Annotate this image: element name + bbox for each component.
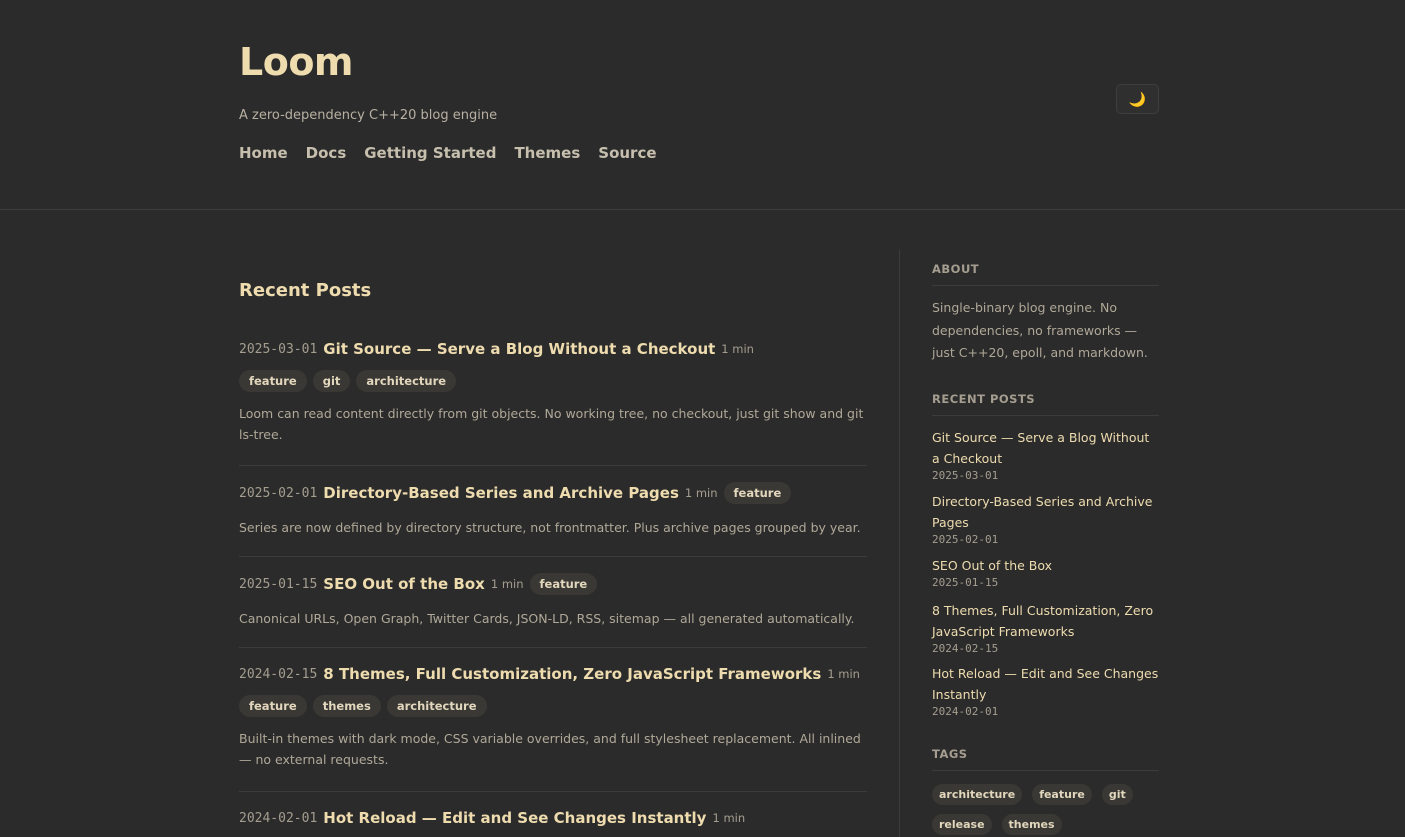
sidebar-post-link[interactable]: Hot Reload — Edit and See Changes Instan…	[932, 666, 1158, 702]
tag-architecture[interactable]: architecture	[932, 784, 1023, 805]
nav-item-themes[interactable]: Themes	[514, 144, 580, 162]
tag-architecture[interactable]: architecture	[386, 695, 487, 717]
post-excerpt: Built-in themes with dark mode, CSS vari…	[239, 731, 861, 767]
sidebar-post-date: 2024-02-15	[932, 642, 999, 655]
post-title-link[interactable]: SEO Out of the Box	[323, 575, 485, 593]
post-title-link[interactable]: 8 Themes, Full Customization, Zero JavaS…	[323, 665, 821, 683]
nav-item-home[interactable]: Home	[239, 144, 288, 162]
post-item: 2024-02-15 8 Themes, Full Customization,…	[239, 665, 867, 770]
section-title: Recent Posts	[239, 280, 372, 301]
post-divider	[239, 791, 867, 792]
sidebar-post-link[interactable]: SEO Out of the Box	[932, 558, 1052, 573]
sidebar-recent-post: Hot Reload — Edit and See Changes Instan…	[932, 663, 1159, 718]
nav-item-getting-started[interactable]: Getting Started	[364, 144, 496, 162]
sidebar-recent-post: Directory-Based Series and Archive Pages…	[932, 491, 1159, 546]
tag-git[interactable]: git	[1101, 784, 1133, 805]
tags-heading: TAGS	[932, 747, 1159, 771]
tag-feature[interactable]: feature	[239, 370, 307, 392]
tag-cloud: architecture feature git release themes	[932, 784, 1159, 835]
sidebar-post-date: 2025-01-15	[932, 576, 999, 589]
site-tagline: A zero-dependency C++20 blog engine	[239, 108, 498, 123]
tag-release[interactable]: release	[932, 814, 992, 835]
post-date: 2025-03-01	[239, 341, 318, 357]
read-time: 1 min	[684, 486, 718, 500]
tag-themes[interactable]: themes	[312, 695, 381, 717]
post-item: 2025-03-01 Git Source — Serve a Blog Wit…	[239, 340, 867, 445]
site-header: Loom A zero-dependency C++20 blog engine…	[0, 0, 1405, 210]
post-excerpt: Loom can read content directly from git …	[239, 406, 864, 442]
sidebar-recent-post: SEO Out of the Box 2025-01-15	[932, 555, 1159, 589]
post-date: 2024-02-01	[239, 810, 318, 826]
sidebar-post-link[interactable]: Directory-Based Series and Archive Pages	[932, 494, 1152, 530]
tag-themes[interactable]: themes	[1001, 814, 1062, 835]
post-title-link[interactable]: Hot Reload — Edit and See Changes Instan…	[323, 809, 706, 827]
sidebar-post-link[interactable]: 8 Themes, Full Customization, Zero JavaS…	[932, 603, 1153, 639]
sidebar-divider	[899, 250, 900, 837]
moon-icon: 🌙	[1128, 90, 1147, 107]
post-divider	[239, 647, 867, 648]
about-heading: ABOUT	[932, 262, 1159, 286]
post-title-link[interactable]: Directory-Based Series and Archive Pages	[323, 484, 679, 502]
theme-toggle-button[interactable]: 🌙	[1116, 84, 1159, 114]
post-item: 2024-02-01 Hot Reload — Edit and See Cha…	[239, 809, 867, 827]
sidebar-post-link[interactable]: Git Source — Serve a Blog Without a Chec…	[932, 430, 1149, 466]
main-nav: Home Docs Getting Started Themes Source	[239, 144, 657, 162]
tag-feature[interactable]: feature	[723, 482, 792, 504]
sidebar-post-date: 2025-03-01	[932, 469, 999, 482]
post-item: 2025-02-01 Directory-Based Series and Ar…	[239, 482, 867, 538]
post-title-link[interactable]: Git Source — Serve a Blog Without a Chec…	[323, 340, 715, 358]
post-divider	[239, 556, 867, 557]
tag-feature[interactable]: feature	[529, 573, 598, 595]
tag-architecture[interactable]: architecture	[356, 370, 457, 392]
about-text: Single-binary blog engine. No dependenci…	[932, 300, 1148, 360]
sidebar-recent-post: 8 Themes, Full Customization, Zero JavaS…	[932, 600, 1159, 655]
sidebar-post-date: 2024-02-01	[932, 705, 999, 718]
sidebar-recent-post: Git Source — Serve a Blog Without a Chec…	[932, 427, 1159, 482]
post-date: 2024-02-15	[239, 666, 318, 682]
tag-git[interactable]: git	[312, 370, 351, 392]
nav-item-source[interactable]: Source	[598, 144, 656, 162]
tag-feature[interactable]: feature	[1032, 784, 1092, 805]
post-date: 2025-01-15	[239, 576, 318, 592]
read-time: 1 min	[712, 811, 746, 825]
post-date: 2025-02-01	[239, 485, 318, 501]
read-time: 1 min	[490, 577, 524, 591]
read-time: 1 min	[721, 342, 754, 356]
post-item: 2025-01-15 SEO Out of the Box 1 min feat…	[239, 573, 867, 629]
tag-feature[interactable]: feature	[239, 695, 307, 717]
post-excerpt: Series are now defined by directory stru…	[239, 520, 861, 535]
site-title[interactable]: Loom	[239, 40, 354, 84]
post-divider	[239, 465, 867, 466]
post-excerpt: Canonical URLs, Open Graph, Twitter Card…	[239, 611, 855, 626]
sidebar-post-date: 2025-02-01	[932, 533, 999, 546]
read-time: 1 min	[827, 667, 860, 681]
recent-posts-heading: RECENT POSTS	[932, 392, 1159, 416]
nav-item-docs[interactable]: Docs	[306, 144, 347, 162]
